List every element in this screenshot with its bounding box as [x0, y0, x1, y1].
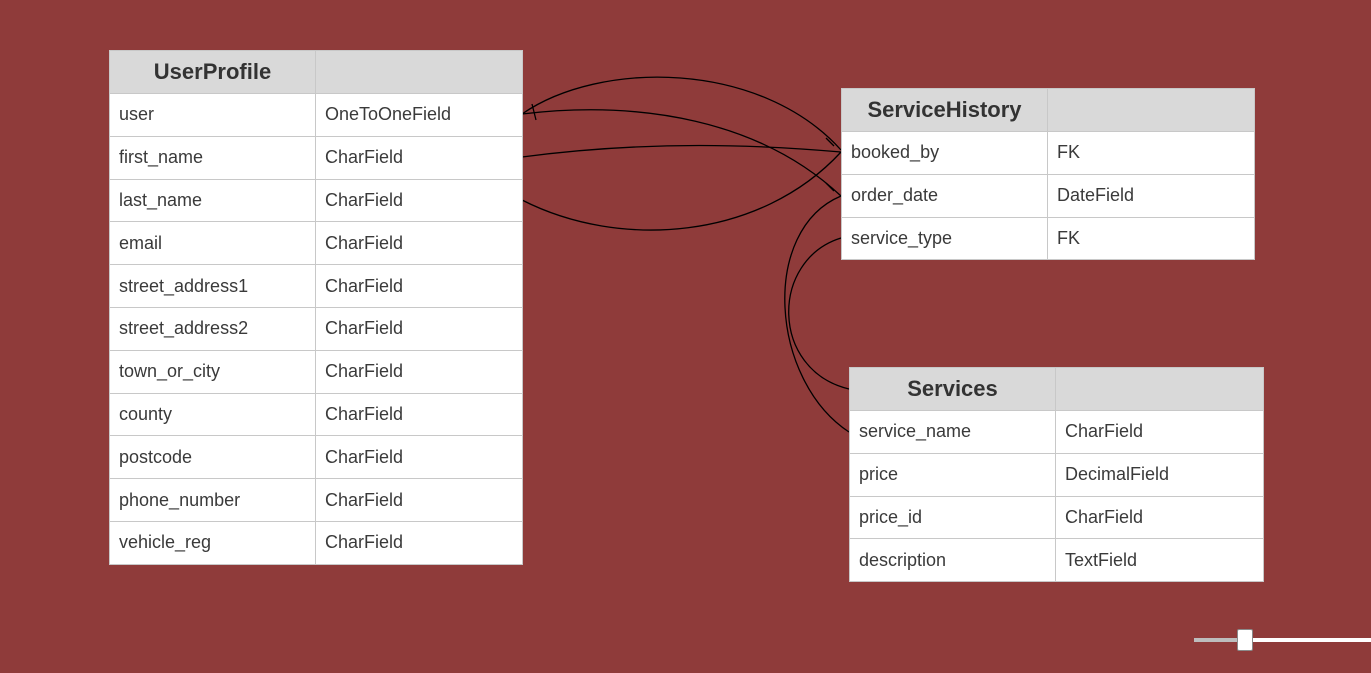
- field-type: CharField: [315, 349, 523, 394]
- table-row[interactable]: phone_number CharField: [109, 478, 523, 522]
- table-row[interactable]: vehicle_reg CharField: [109, 520, 523, 565]
- table-row[interactable]: email CharField: [109, 221, 523, 266]
- table-row[interactable]: service_type FK: [841, 216, 1255, 261]
- field-type: CharField: [315, 520, 523, 565]
- field-type: CharField: [315, 221, 523, 266]
- table-row[interactable]: town_or_city CharField: [109, 349, 523, 394]
- table-row[interactable]: first_name CharField: [109, 135, 523, 180]
- zoom-slider-thumb[interactable]: [1237, 629, 1253, 651]
- crowfoot-mark-booked-by: [825, 137, 835, 147]
- field-type: CharField: [315, 435, 523, 480]
- table-row[interactable]: description TextField: [849, 538, 1264, 583]
- table-row[interactable]: user OneToOneField: [109, 93, 523, 137]
- field-type: CharField: [315, 392, 523, 437]
- field-type: FK: [1047, 216, 1255, 261]
- field-name: county: [109, 392, 316, 437]
- field-name: service_name: [849, 410, 1056, 454]
- table-row[interactable]: order_date DateField: [841, 173, 1255, 218]
- entity-servicehistory[interactable]: ServiceHistory booked_by FK order_date Dat…: [841, 88, 1255, 261]
- field-name: user: [109, 93, 316, 137]
- field-type: DecimalField: [1055, 452, 1264, 497]
- field-name: town_or_city: [109, 349, 316, 394]
- field-type: OneToOneField: [315, 93, 523, 137]
- field-name: price: [849, 452, 1056, 497]
- entity-type-header: [315, 50, 523, 94]
- field-name: phone_number: [109, 478, 316, 522]
- entity-title: UserProfile: [109, 50, 316, 94]
- table-row[interactable]: county CharField: [109, 392, 523, 437]
- field-name: vehicle_reg: [109, 520, 316, 565]
- crowfoot-mark-user: [531, 103, 537, 121]
- connector-user-to-order-date: [521, 76, 842, 151]
- field-type: FK: [1047, 131, 1255, 175]
- table-row[interactable]: price DecimalField: [849, 452, 1264, 497]
- entity-services[interactable]: Services service_name CharField price Deci…: [849, 367, 1264, 583]
- table-row[interactable]: last_name CharField: [109, 178, 523, 223]
- entity-title: Services: [849, 367, 1056, 411]
- field-type: CharField: [315, 264, 523, 308]
- field-name: street_address1: [109, 264, 316, 308]
- field-type: CharField: [315, 306, 523, 351]
- field-name: postcode: [109, 435, 316, 480]
- field-name: last_name: [109, 178, 316, 223]
- field-type: DateField: [1047, 173, 1255, 218]
- field-type: CharField: [315, 478, 523, 522]
- connector-order-date-to-service-name: [784, 195, 850, 433]
- field-type: CharField: [315, 178, 523, 223]
- entity-title: ServiceHistory: [841, 88, 1048, 132]
- table-row[interactable]: booked_by FK: [841, 131, 1255, 175]
- crowfoot-mark-order-date: [825, 182, 835, 192]
- entity-type-header: [1055, 367, 1264, 411]
- table-row[interactable]: street_address1 CharField: [109, 264, 523, 308]
- field-type: CharField: [1055, 495, 1264, 540]
- field-name: description: [849, 538, 1056, 583]
- field-name: order_date: [841, 173, 1048, 218]
- field-name: email: [109, 221, 316, 266]
- field-name: booked_by: [841, 131, 1048, 175]
- connector-user-to-booked-by: [521, 109, 842, 197]
- table-row[interactable]: price_id CharField: [849, 495, 1264, 540]
- connector-last-name-to-booked-by: [521, 151, 842, 231]
- table-row[interactable]: street_address2 CharField: [109, 306, 523, 351]
- field-name: street_address2: [109, 306, 316, 351]
- table-row[interactable]: postcode CharField: [109, 435, 523, 480]
- field-type: CharField: [315, 135, 523, 180]
- entity-type-header: [1047, 88, 1255, 132]
- entity-userprofile[interactable]: UserProfile user OneToOneField first_name…: [109, 50, 523, 565]
- table-row[interactable]: service_name CharField: [849, 410, 1264, 454]
- zoom-slider[interactable]: [1194, 626, 1371, 654]
- connector-service-type-to-services: [788, 237, 850, 390]
- field-name: price_id: [849, 495, 1056, 540]
- field-type: TextField: [1055, 538, 1264, 583]
- connector-first-name-to-booked-by: [521, 144, 842, 158]
- field-name: service_type: [841, 216, 1048, 261]
- field-name: first_name: [109, 135, 316, 180]
- field-type: CharField: [1055, 410, 1264, 454]
- zoom-slider-track[interactable]: [1245, 638, 1371, 642]
